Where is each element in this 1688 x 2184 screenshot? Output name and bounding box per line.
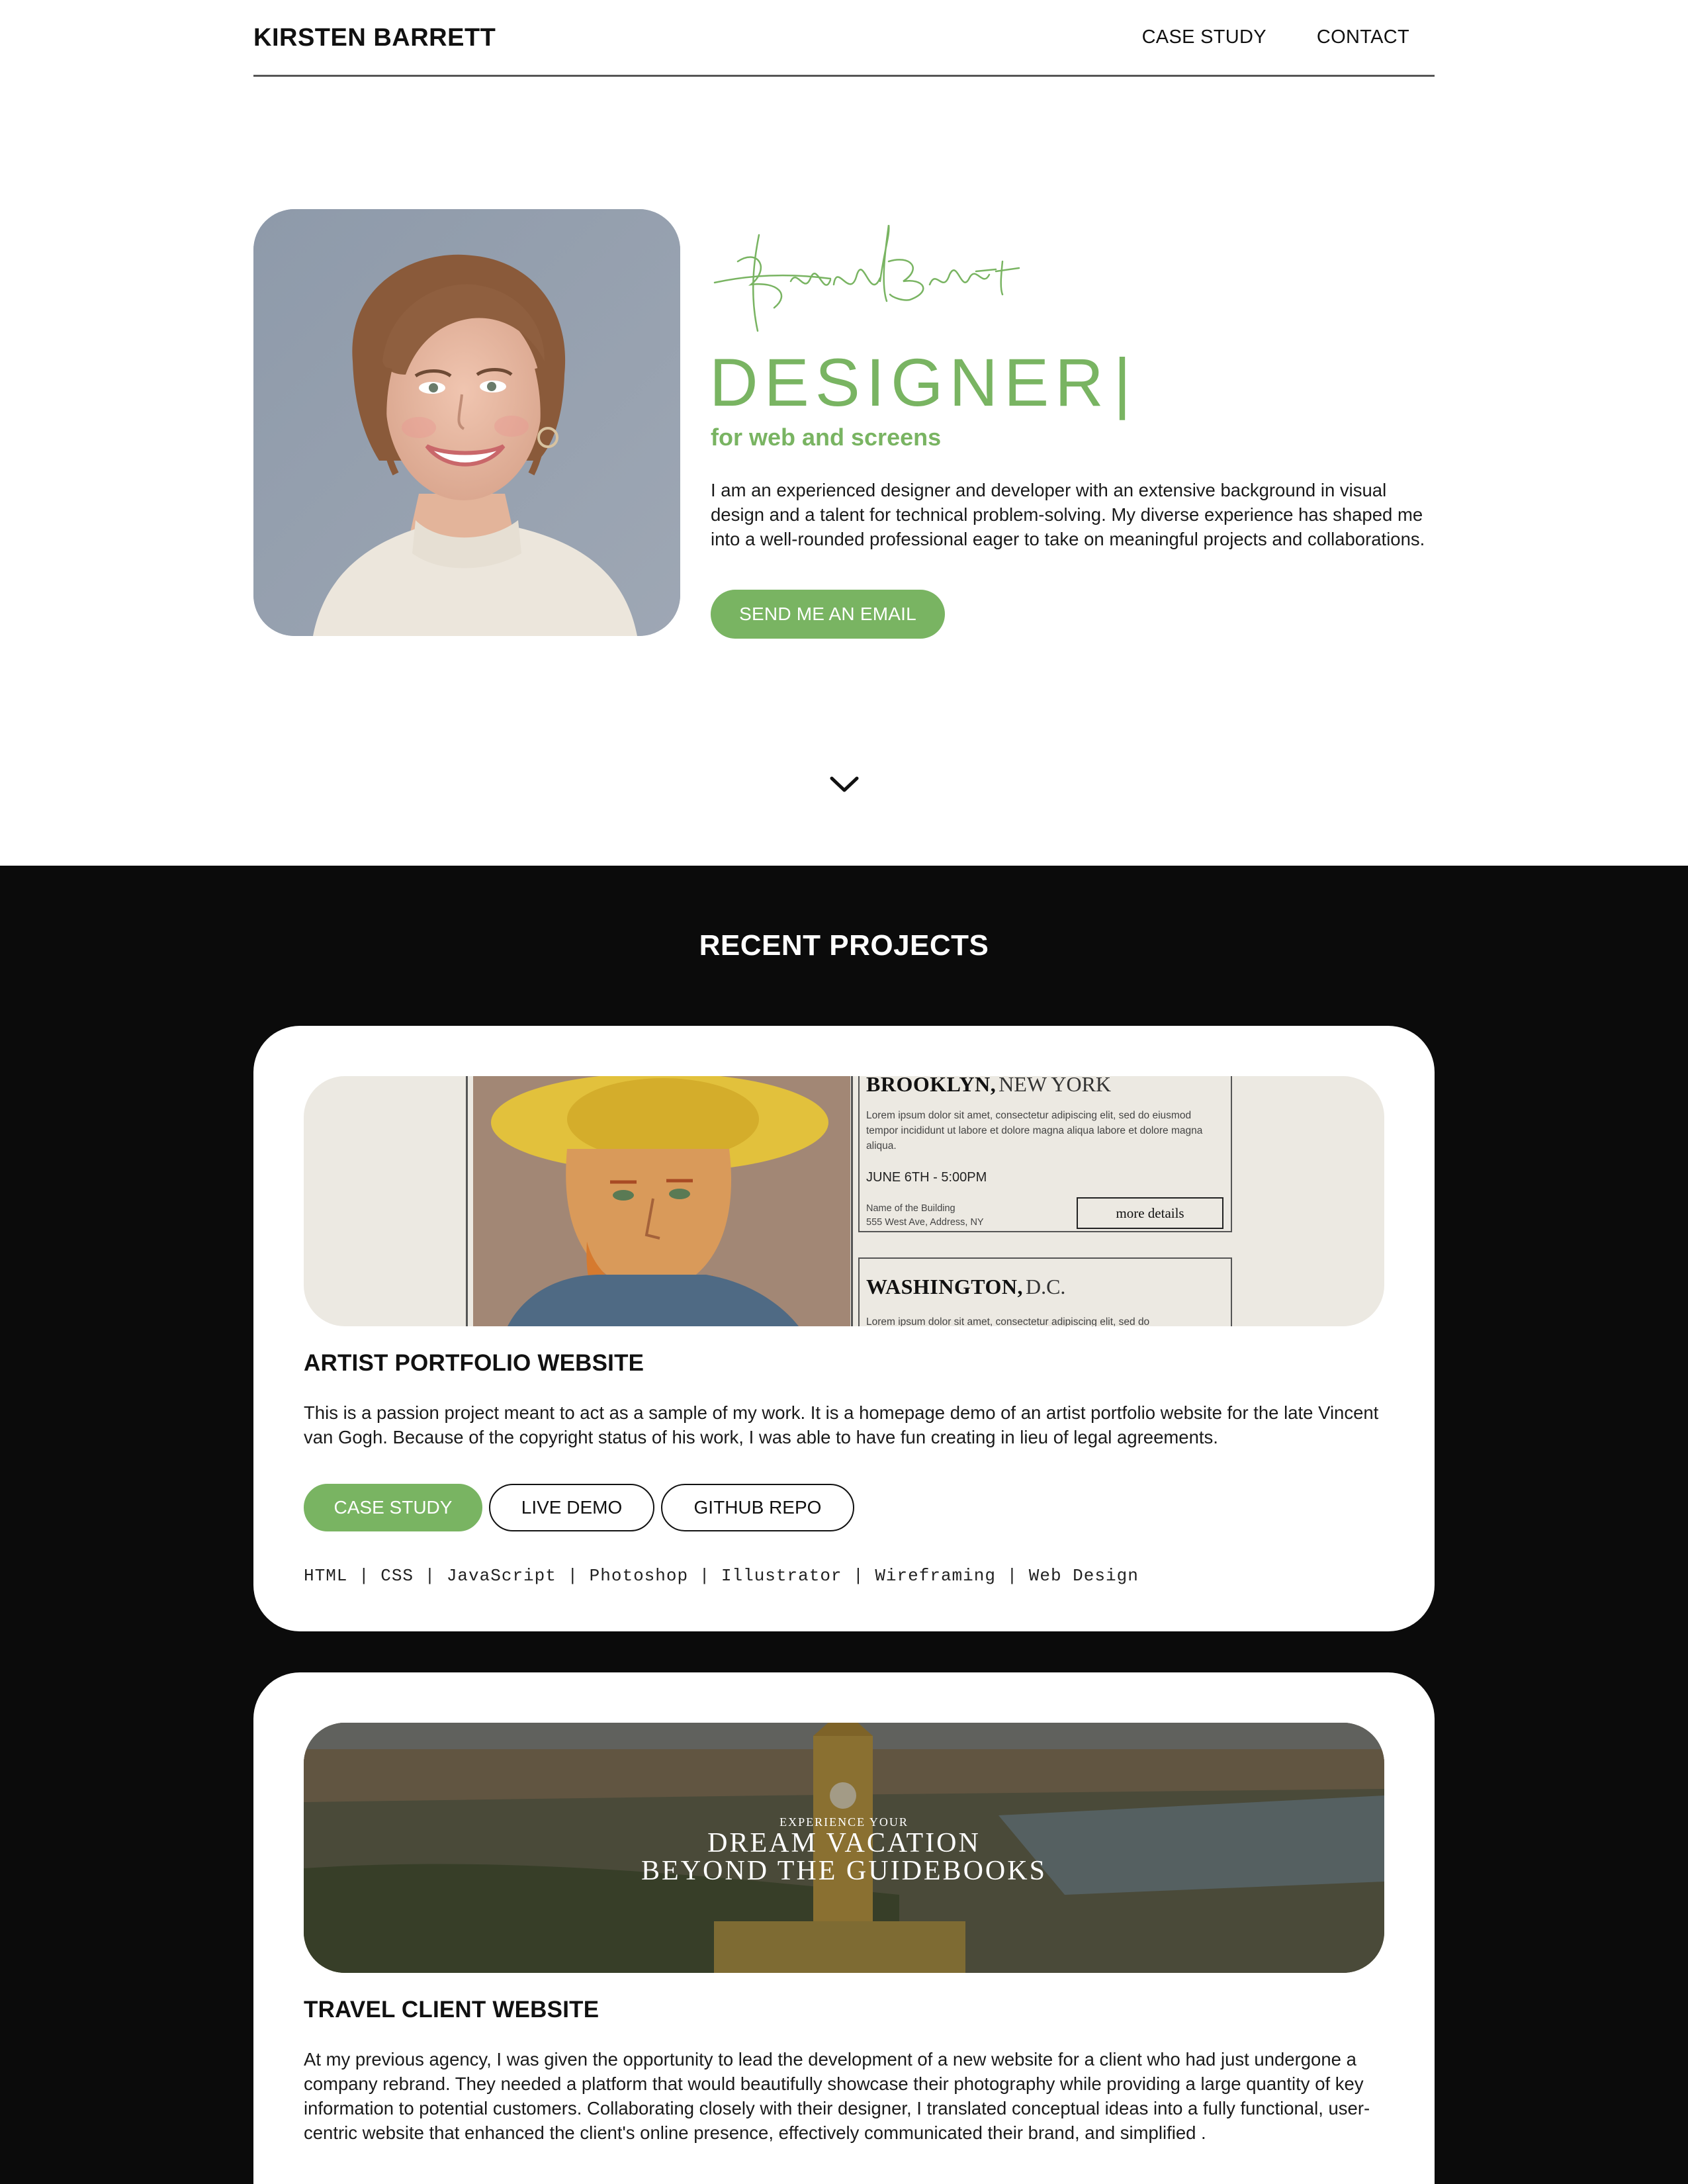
project-card-artist: BROOKLYN, NEW YORK Lorem ipsum dolor sit… [253, 1026, 1435, 1631]
site-header: KIRSTEN BARRETT CASE STUDY CONTACT [253, 0, 1435, 77]
nav-contact[interactable]: CONTACT [1317, 26, 1409, 48]
hero-bio: I am an experienced designer and develop… [711, 480, 1425, 549]
hero-line-2: BEYOND THE GUIDEBOOKS [641, 1856, 1047, 1886]
github-repo-button[interactable]: GITHUB REPO [661, 1484, 854, 1531]
event-date: JUNE 6TH - 5:00PM [866, 1170, 987, 1185]
project-description: This is a passion project meant to act a… [304, 1402, 1379, 1447]
typing-cursor: | [1113, 345, 1137, 420]
hero-line-1: DREAM VACATION [707, 1828, 981, 1858]
headline-text: DESIGNER [709, 345, 1110, 420]
project-thumbnail: BROOKLYN, NEW YORK Lorem ipsum dolor sit… [304, 1076, 1384, 1326]
send-email-button[interactable]: SEND ME AN EMAIL [711, 590, 945, 639]
brand-logo[interactable]: KIRSTEN BARRETT [253, 24, 496, 52]
nav-case-study[interactable]: CASE STUDY [1142, 26, 1266, 48]
tech-stack: HTML | CSS | JavaScript | Photoshop | Il… [304, 1566, 1139, 1586]
case-study-button[interactable]: CASE STUDY [304, 1484, 482, 1531]
thumbnail-hero-text: EXPERIENCE YOUR DREAM VACATION BEYOND TH… [304, 1815, 1384, 1885]
section-title: RECENT PROJECTS [699, 929, 989, 962]
event-description: Lorem ipsum dolor sit amet, consectetur … [866, 1110, 1203, 1152]
project-description: At my previous agency, I was given the o… [304, 2049, 1370, 2143]
more-details-button: more details [1077, 1197, 1223, 1229]
event-card-brooklyn: BROOKLYN, NEW YORK Lorem ipsum dolor sit… [858, 1076, 1232, 1232]
chevron-down-icon[interactable] [829, 776, 860, 794]
hero-subheadline: for web and screens [711, 424, 942, 451]
signature-graphic [713, 224, 1020, 332]
project-thumbnail: EXPERIENCE YOUR DREAM VACATION BEYOND TH… [304, 1723, 1384, 1973]
event-card-washington: WASHINGTON, D.C. Lorem ipsum dolor sit a… [858, 1257, 1232, 1326]
main-nav: CASE STUDY CONTACT [1142, 26, 1409, 48]
hero-kicker: EXPERIENCE YOUR [779, 1815, 909, 1829]
profile-photo [253, 209, 680, 636]
event-city: BROOKLYN, NEW YORK [866, 1076, 1112, 1096]
portfolio-page: KIRSTEN BARRETT CASE STUDY CONTACT DESIG… [0, 0, 1688, 2184]
project-title: ARTIST PORTFOLIO WEBSITE [304, 1350, 644, 1376]
event-address: Name of the Building 555 West Ave, Addre… [866, 1203, 984, 1228]
project-title: TRAVEL CLIENT WEBSITE [304, 1997, 600, 2023]
event-city: WASHINGTON, D.C. [866, 1275, 1066, 1298]
project-actions: CASE STUDY LIVE DEMO GITHUB REPO [304, 1484, 854, 1531]
hero-headline: DESIGNER| [709, 344, 1137, 422]
van-gogh-painting [466, 1076, 853, 1326]
event-description: Lorem ipsum dolor sit amet, consectetur … [866, 1316, 1150, 1326]
recent-projects-section: RECENT PROJECTS BROOKLYN, NEW YORK Lorem… [0, 866, 1688, 2184]
live-demo-button[interactable]: LIVE DEMO [489, 1484, 654, 1531]
project-card-travel: EXPERIENCE YOUR DREAM VACATION BEYOND TH… [253, 1672, 1435, 2184]
